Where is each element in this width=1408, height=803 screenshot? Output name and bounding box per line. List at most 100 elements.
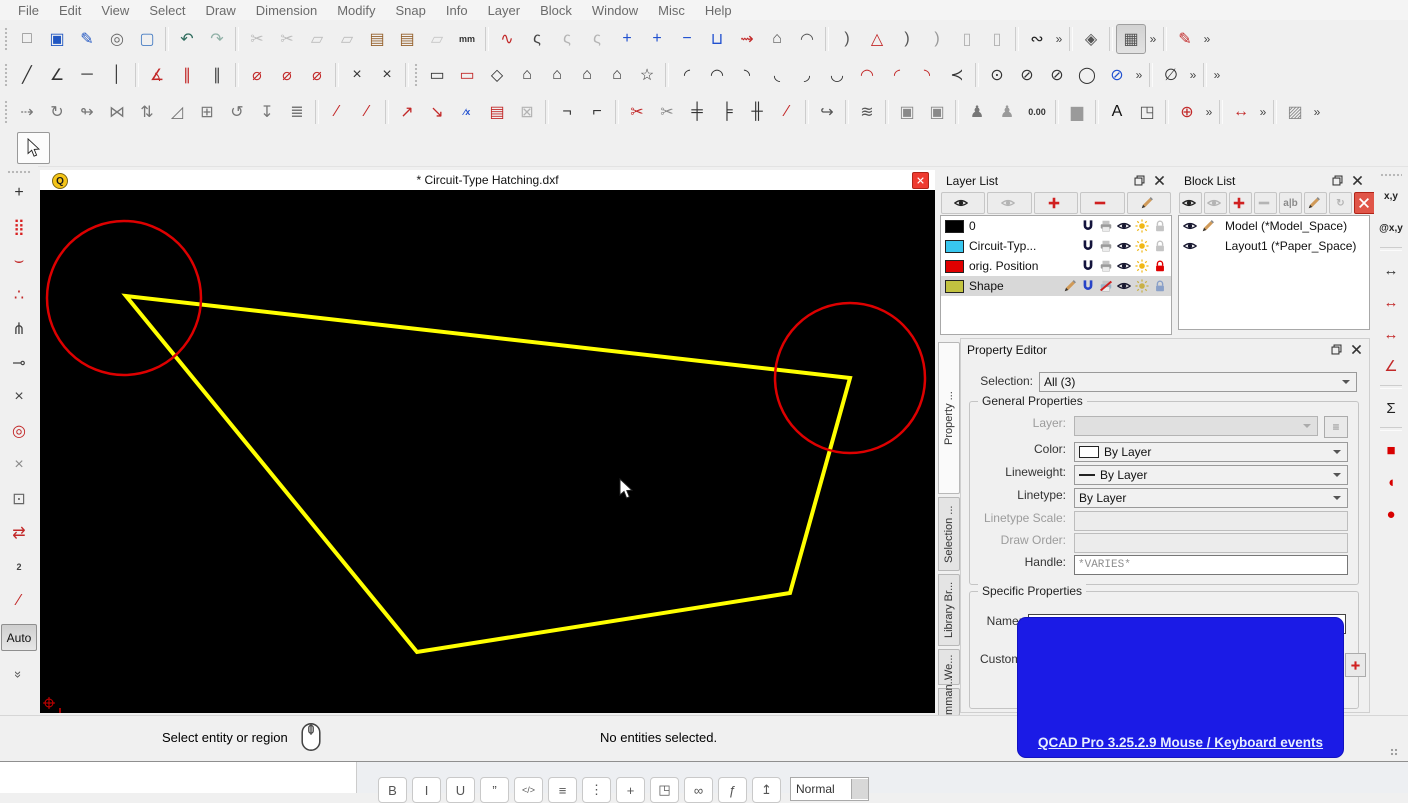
show-all-layers-button[interactable] bbox=[941, 192, 985, 214]
remove-layer-button[interactable] bbox=[1080, 192, 1124, 214]
toolbar-overflow-chevron[interactable]: » bbox=[1052, 32, 1066, 46]
toolbar-grip[interactable] bbox=[4, 100, 8, 124]
snap-tangential-button[interactable]: ⊸ bbox=[3, 347, 35, 379]
corner-round-button[interactable]: ⌐ bbox=[582, 97, 612, 127]
edit-layer-button[interactable] bbox=[1127, 192, 1171, 214]
dimension-zero-button[interactable]: 0.00 bbox=[1022, 97, 1052, 127]
no-print-icon[interactable] bbox=[1099, 279, 1113, 293]
snap-distance-button[interactable]: 2 bbox=[3, 551, 35, 583]
toolbar-grip[interactable] bbox=[4, 63, 8, 87]
reverse-button[interactable]: ↪ bbox=[812, 97, 842, 127]
polyline-arc-fit-button[interactable]: ◠ bbox=[792, 24, 822, 54]
line-bisector-button[interactable]: ∡ bbox=[142, 60, 172, 90]
polyline-morph-button[interactable]: ⇝ bbox=[732, 24, 762, 54]
line-angle-button[interactable]: ∠ bbox=[42, 60, 72, 90]
hide-all-layers-button[interactable] bbox=[987, 192, 1031, 214]
ellipse-button[interactable]: ∅ bbox=[1156, 60, 1186, 90]
line-two-points-button[interactable]: ╱ bbox=[12, 60, 42, 90]
toolbar-overflow-chevron[interactable]: » bbox=[1210, 68, 1224, 82]
polyline-append-node-button[interactable]: + bbox=[642, 24, 672, 54]
selection-combobox[interactable]: All (3) bbox=[1039, 372, 1357, 392]
break-out-gap-button[interactable]: ✂ bbox=[652, 97, 682, 127]
snap-restrict-angle-button[interactable]: ⇄ bbox=[3, 517, 35, 549]
polygon-two-points-button[interactable]: ◇ bbox=[482, 60, 512, 90]
line-orthogonal-tangent-button[interactable]: ⌀ bbox=[302, 60, 332, 90]
toolbar-overflow-chevron[interactable]: » bbox=[1200, 32, 1214, 46]
document-title-bar[interactable]: Q * Circuit-Type Hatching.dxf bbox=[40, 170, 935, 190]
new-file-button[interactable]: □ bbox=[12, 24, 42, 54]
lengthen-button[interactable]: ∕ bbox=[352, 97, 382, 127]
formula-button[interactable]: ƒ bbox=[718, 777, 747, 803]
coordinate-absolute-button[interactable]: x,y bbox=[1376, 181, 1406, 211]
info-distance-point-point-button[interactable]: ↔ bbox=[1376, 255, 1406, 285]
info-distance-entity-entity-button[interactable]: ↔ bbox=[1376, 319, 1406, 349]
toolbar-grip[interactable] bbox=[1380, 173, 1402, 177]
hide-all-blocks-button[interactable] bbox=[1204, 192, 1227, 214]
menu-edit[interactable]: Edit bbox=[49, 2, 91, 19]
break-line-button[interactable]: ∕ bbox=[772, 97, 802, 127]
extend-button[interactable]: ↗ bbox=[392, 97, 422, 127]
info-distance-entity-point-button[interactable]: ↔ bbox=[1376, 287, 1406, 317]
draw-star-button[interactable]: ☆ bbox=[632, 60, 662, 90]
info-circular-area-button[interactable]: ● bbox=[1376, 499, 1406, 529]
polyline-delete-segment-button[interactable]: ⊔ bbox=[702, 24, 732, 54]
toolbar-overflow-chevron[interactable]: » bbox=[11, 671, 26, 678]
layer-row-0[interactable]: 0 bbox=[941, 216, 1171, 236]
arc-chord-button[interactable]: ≺ bbox=[942, 60, 972, 90]
snap-auto-button[interactable]: Auto bbox=[1, 624, 37, 651]
insert-image-button[interactable]: ◳ bbox=[1132, 97, 1162, 127]
handle-input[interactable] bbox=[1074, 555, 1348, 575]
snap-center-button[interactable]: ◎ bbox=[3, 415, 35, 447]
project-button[interactable]: ↧ bbox=[252, 97, 282, 127]
line-free-button[interactable]: × bbox=[372, 60, 402, 90]
detection-b-button[interactable]: ♟ bbox=[992, 97, 1022, 127]
pdf-export-button[interactable]: ▢ bbox=[132, 24, 162, 54]
spline-from-polyline-button[interactable]: ) bbox=[832, 24, 862, 54]
polyline-from-segments-button[interactable]: ς bbox=[522, 24, 552, 54]
save-as-button[interactable]: ✎ bbox=[72, 24, 102, 54]
center-mark-button[interactable]: ⊕ bbox=[1172, 97, 1202, 127]
link-button[interactable]: ∞ bbox=[684, 777, 713, 803]
float-panel-icon[interactable] bbox=[1330, 343, 1343, 356]
arc-concentric-button[interactable]: ◞ bbox=[792, 60, 822, 90]
arc-center-point-angles-button[interactable]: ◜ bbox=[672, 60, 702, 90]
snap-endpoints-button[interactable]: ⌣ bbox=[3, 245, 35, 277]
toolbar-grip[interactable] bbox=[4, 27, 8, 51]
add-custom-property-button[interactable] bbox=[1345, 653, 1366, 677]
layer-row-shape[interactable]: Shape bbox=[941, 276, 1171, 296]
toolbar-grip[interactable] bbox=[7, 170, 31, 174]
line-vertical-button[interactable]: │ bbox=[102, 60, 132, 90]
menu-file[interactable]: File bbox=[8, 2, 49, 19]
rotate-two-centers-button[interactable]: ↺ bbox=[222, 97, 252, 127]
grid-toggle-button[interactable]: ▦ bbox=[1116, 24, 1146, 54]
move-copy-button[interactable]: ⇢ bbox=[12, 97, 42, 127]
dock-tab-property[interactable]: Property ... bbox=[938, 342, 960, 494]
menu-misc[interactable]: Misc bbox=[648, 2, 695, 19]
polyline-delete-node-button[interactable]: − bbox=[672, 24, 702, 54]
snap-perpendicular-button[interactable]: ⋔ bbox=[3, 313, 35, 345]
rectangle-two-points-button[interactable]: ▭ bbox=[422, 60, 452, 90]
polygon-center-side-button[interactable]: ⌂ bbox=[542, 60, 572, 90]
arc-start-end-angle-button[interactable]: ◟ bbox=[762, 60, 792, 90]
toolbar-overflow-chevron[interactable]: » bbox=[1202, 105, 1216, 119]
trim-both-button[interactable]: ╪ bbox=[682, 97, 712, 127]
spline-edit-button[interactable]: ∾ bbox=[1022, 24, 1052, 54]
transform-button[interactable]: ⊞ bbox=[192, 97, 222, 127]
isometric-projection-button[interactable]: ◈ bbox=[1076, 24, 1106, 54]
break-out-segment-button[interactable]: ✂ bbox=[622, 97, 652, 127]
arrange-order-button[interactable]: ≣ bbox=[282, 97, 312, 127]
unit-converter-button[interactable]: mm bbox=[452, 24, 482, 54]
divide-x-button[interactable]: ∕x bbox=[452, 97, 482, 127]
arc-two-points-height-button[interactable]: ◜ bbox=[882, 60, 912, 90]
snap-points-on-entity-button[interactable]: ∴ bbox=[3, 279, 35, 311]
rotate-button[interactable]: ↻ bbox=[42, 97, 72, 127]
draw-polyline-button[interactable]: ∿ bbox=[492, 24, 522, 54]
circle-tangent-button[interactable]: ⊘ bbox=[1102, 60, 1132, 90]
break-symbol-button[interactable]: ▤ bbox=[482, 97, 512, 127]
dock-tab-comman[interactable]: Comman... bbox=[938, 688, 960, 716]
menu-info[interactable]: Info bbox=[436, 2, 478, 19]
detection-button[interactable]: ♟ bbox=[962, 97, 992, 127]
circle-center-point-button[interactable]: ⊙ bbox=[982, 60, 1012, 90]
layer-list[interactable]: 0Circuit-Typ...orig. PositionShape bbox=[940, 215, 1172, 335]
spline-to-polyline-button[interactable]: ) bbox=[922, 24, 952, 54]
